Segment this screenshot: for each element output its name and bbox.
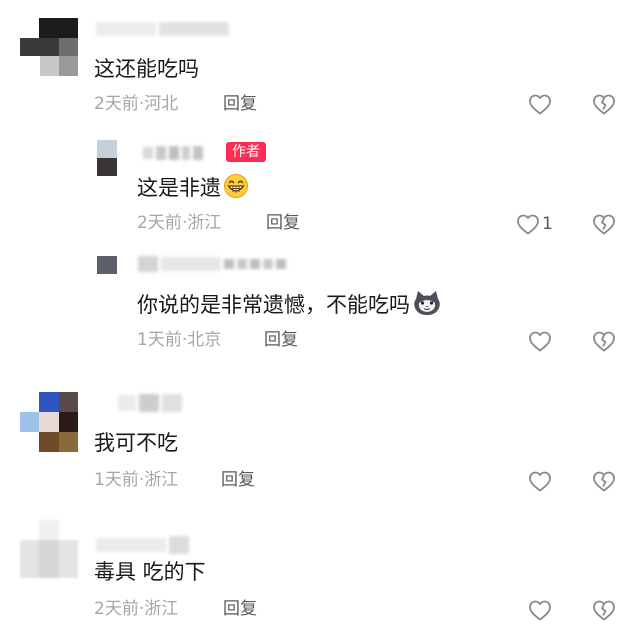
avatar[interactable] (20, 520, 78, 578)
like-button[interactable]: 1 (516, 213, 553, 235)
like-count: 1 (542, 214, 553, 234)
reply-button[interactable]: 回复 (266, 212, 300, 234)
username[interactable] (96, 536, 189, 554)
broken-heart-icon (593, 600, 615, 621)
heart-outline-icon (529, 331, 551, 352)
username[interactable] (143, 146, 203, 160)
comment-text: 你说的是非常遗憾，不能吃吗 (137, 289, 442, 323)
like-button[interactable] (528, 599, 554, 621)
comment-meta: 1天前·浙江 (94, 470, 179, 490)
avatar[interactable] (97, 140, 117, 176)
broken-heart-icon (593, 94, 615, 115)
username[interactable] (96, 22, 229, 36)
like-button[interactable] (528, 93, 554, 115)
dislike-button[interactable] (592, 599, 616, 621)
cat-face-emoji (412, 289, 442, 323)
reply-button[interactable]: 回复 (221, 469, 255, 491)
heart-outline-icon (529, 600, 551, 621)
username[interactable] (118, 394, 182, 412)
like-button[interactable] (528, 470, 554, 492)
dislike-button[interactable] (592, 213, 616, 235)
heart-outline-icon (517, 214, 539, 235)
author-badge: 作者 (226, 142, 266, 162)
comment-meta: 2天前·浙江 (137, 213, 222, 233)
like-button[interactable] (528, 330, 554, 352)
reply-button[interactable]: 回复 (223, 598, 257, 620)
comment-meta: 2天前·河北 (94, 94, 179, 114)
heart-outline-icon (529, 471, 551, 492)
broken-heart-icon (593, 471, 615, 492)
reply-button[interactable]: 回复 (223, 93, 257, 115)
avatar[interactable] (20, 18, 78, 76)
comment-text: 这还能吃吗 (94, 57, 199, 81)
dislike-button[interactable] (592, 93, 616, 115)
avatar[interactable] (97, 256, 117, 274)
grinning-face-emoji (223, 173, 249, 205)
reply-button[interactable]: 回复 (264, 329, 298, 351)
heart-outline-icon (529, 94, 551, 115)
broken-heart-icon (593, 331, 615, 352)
dislike-button[interactable] (592, 470, 616, 492)
comment-text: 我可不吃 (94, 431, 178, 455)
dislike-button[interactable] (592, 330, 616, 352)
avatar[interactable] (20, 392, 78, 452)
comment-meta: 2天前·浙江 (94, 599, 179, 619)
comment-text: 这是非遗 (137, 173, 249, 205)
comment-meta: 1天前·北京 (137, 330, 222, 350)
username[interactable] (138, 256, 286, 272)
broken-heart-icon (593, 214, 615, 235)
comment-text: 毒具 吃的下 (94, 560, 206, 584)
